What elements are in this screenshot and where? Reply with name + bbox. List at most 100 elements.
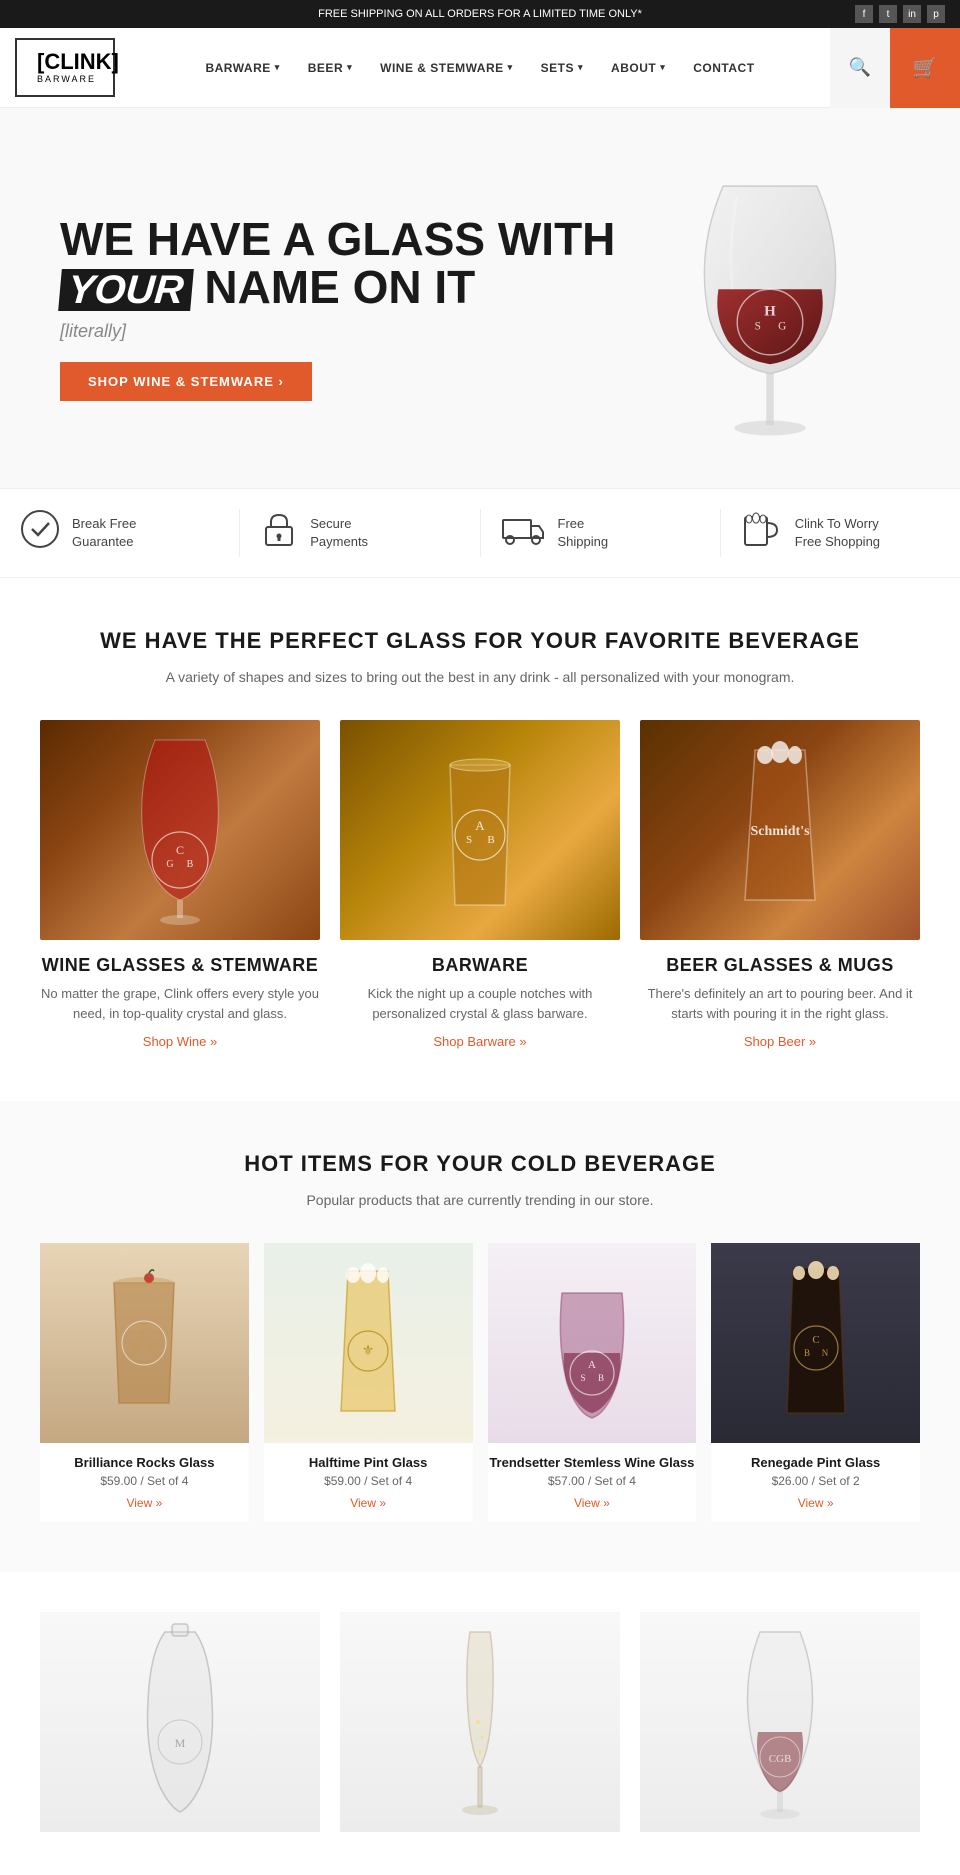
pint-glass-name: Halftime Pint Glass (264, 1455, 473, 1470)
bottom-product-2 (340, 1612, 620, 1832)
lock-icon (260, 509, 298, 557)
svg-text:C: C (812, 1334, 819, 1346)
svg-text:Schmidt's: Schmidt's (750, 824, 810, 839)
stemless-link[interactable]: View » (574, 1496, 610, 1510)
svg-text:S: S (466, 834, 472, 846)
svg-text:CGB: CGB (769, 1753, 792, 1765)
truck-icon (501, 512, 546, 555)
beer-category-image: Schmidt's (640, 720, 920, 940)
category-barware-name: BARWARE (340, 955, 620, 976)
category-beer: Schmidt's BEER GLASSES & MUGS There's de… (640, 720, 920, 1051)
svg-text:H: H (764, 304, 776, 320)
svg-text:A: A (588, 1359, 596, 1371)
nav-contact[interactable]: CONTACT (679, 51, 768, 85)
search-button[interactable]: 🔍 (830, 28, 890, 108)
renegade-name: Renegade Pint Glass (711, 1455, 920, 1470)
cart-button[interactable]: 🛒 (890, 28, 960, 108)
svg-text:B: B (487, 834, 494, 846)
feature-shipping-text: Free Shipping (558, 515, 609, 551)
svg-text:B: B (804, 1348, 810, 1358)
logo-text: [CLINK] (37, 50, 93, 74)
svg-text:M: M (175, 1736, 186, 1750)
renegade-link[interactable]: View » (798, 1496, 834, 1510)
chevron-down-icon: ▾ (508, 62, 513, 73)
category-barware: A S B BARWARE Kick the night up a couple… (340, 720, 620, 1051)
svg-text:B: B (598, 1373, 604, 1383)
barware-category-image: A S B (340, 720, 620, 940)
category-wine: C G B WINE GLASSES & STEMWARE No matter … (40, 720, 320, 1051)
announcement-text: FREE SHIPPING ON ALL ORDERS FOR A LIMITE… (318, 8, 642, 20)
svg-text:C: C (176, 843, 184, 857)
categories-title: WE HAVE THE PERFECT GLASS FOR YOUR FAVOR… (40, 628, 920, 654)
bottom-products-section: M CGB (0, 1572, 960, 1872)
feature-secure-text: Secure Payments (310, 515, 368, 551)
svg-text:N: N (821, 1348, 828, 1358)
pint-glass-price: $59.00 / Set of 4 (264, 1474, 473, 1488)
feature-worry-free: Clink To Worry Free Shopping (721, 509, 960, 557)
chevron-down-icon: ▾ (660, 62, 665, 73)
nav-wine-stemware[interactable]: WINE & STEMWARE ▾ (366, 51, 527, 85)
categories-subtitle: A variety of shapes and sizes to bring o… (40, 669, 920, 685)
category-wine-name: WINE GLASSES & STEMWARE (40, 955, 320, 976)
svg-text:⚜: ⚜ (362, 1344, 375, 1359)
beer-mug-icon (741, 509, 783, 557)
twitter-icon[interactable]: t (879, 5, 897, 23)
cart-icon: 🛒 (913, 55, 938, 80)
category-barware-desc: Kick the night up a couple notches with … (340, 984, 620, 1023)
svg-text:M: M (131, 1342, 139, 1352)
product-pint-glass: ⚜ Halftime Pint Glass $59.00 / Set of 4 … (264, 1243, 473, 1522)
product-rocks-glass: L M G Brilliance Rocks Glass $59.00 / Se… (40, 1243, 249, 1522)
instagram-icon[interactable]: in (903, 5, 921, 23)
nav-about[interactable]: ABOUT ▾ (597, 51, 679, 85)
product-stemless: A S B Trendsetter Stemless Wine Glass $5… (488, 1243, 697, 1522)
nav-sets[interactable]: SETS ▾ (527, 51, 597, 85)
svg-text:G: G (150, 1342, 157, 1352)
feature-break-free: Break Free Guarantee (0, 509, 240, 557)
category-wine-desc: No matter the grape, Clink offers every … (40, 984, 320, 1023)
pint-glass-link[interactable]: View » (350, 1496, 386, 1510)
categories-section: WE HAVE THE PERFECT GLASS FOR YOUR FAVOR… (0, 578, 960, 1101)
hero-image: H S G (640, 148, 900, 468)
nav-barware[interactable]: BARWARE ▾ (191, 51, 293, 85)
hero-subtitle: [literally] (60, 321, 640, 342)
product-grid: L M G Brilliance Rocks Glass $59.00 / Se… (40, 1243, 920, 1522)
hero-name-on-it: NAME ON IT (192, 261, 476, 313)
rocks-glass-name: Brilliance Rocks Glass (40, 1455, 249, 1470)
logo[interactable]: [CLINK] BARWARE (15, 38, 115, 96)
top-bar: FREE SHIPPING ON ALL ORDERS FOR A LIMITE… (0, 0, 960, 28)
svg-text:A: A (475, 818, 485, 833)
svg-text:G: G (166, 859, 173, 870)
pint-glass-image: ⚜ (264, 1243, 473, 1443)
product-renegade: C B N Renegade Pint Glass $26.00 / Set o… (711, 1243, 920, 1522)
pinterest-icon[interactable]: p (927, 5, 945, 23)
svg-text:L: L (141, 1329, 148, 1341)
category-grid: C G B WINE GLASSES & STEMWARE No matter … (40, 720, 920, 1051)
checkmark-icon (20, 509, 60, 557)
category-beer-link[interactable]: Shop Beer » (744, 1034, 816, 1049)
svg-text:S: S (755, 321, 761, 333)
hero-your: YOUR (58, 269, 193, 311)
category-wine-link[interactable]: Shop Wine » (143, 1034, 217, 1049)
category-beer-name: BEER GLASSES & MUGS (640, 955, 920, 976)
facebook-icon[interactable]: f (855, 5, 873, 23)
bottom-product-1: M (40, 1612, 320, 1832)
chevron-down-icon: ▾ (578, 62, 583, 73)
header: [CLINK] BARWARE BARWARE ▾ BEER ▾ WINE & … (0, 28, 960, 108)
svg-text:G: G (778, 321, 786, 333)
hero-cta-button[interactable]: SHOP WINE & STEMWARE (60, 362, 312, 401)
rocks-glass-link[interactable]: View » (126, 1496, 162, 1510)
hero-text: WE HAVE A GLASS WITH YOUR NAME ON IT [li… (60, 215, 640, 402)
nav-beer[interactable]: BEER ▾ (294, 51, 366, 85)
category-barware-link[interactable]: Shop Barware » (433, 1034, 526, 1049)
hero-line2: YOUR NAME ON IT (60, 263, 640, 311)
logo-sub: BARWARE (37, 75, 93, 85)
search-icon: 🔍 (849, 57, 871, 78)
stemless-image: A S B (488, 1243, 697, 1443)
svg-text:S: S (580, 1373, 585, 1383)
svg-text:B: B (187, 859, 194, 870)
bottom-product-3: CGB (640, 1612, 920, 1832)
social-links: f t in p (855, 5, 945, 23)
rocks-glass-price: $59.00 / Set of 4 (40, 1474, 249, 1488)
rocks-glass-image: L M G (40, 1243, 249, 1443)
feature-worry-text: Clink To Worry Free Shopping (795, 515, 880, 551)
